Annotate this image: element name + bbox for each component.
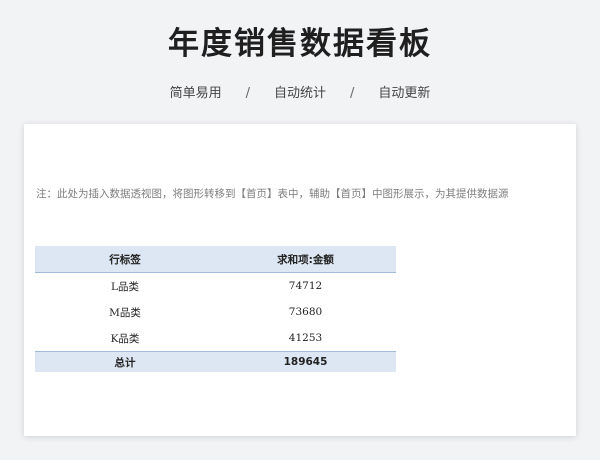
row-label-cell[interactable]: L品类 xyxy=(35,273,215,300)
table-row: L品类 74712 xyxy=(35,273,396,300)
pivot-table: 行标签 求和项:金额 L品类 74712 M品类 73680 K品类 41253… xyxy=(35,246,396,372)
tag-separator: / xyxy=(350,86,355,101)
row-label-header[interactable]: 行标签 xyxy=(35,246,215,273)
spreadsheet-panel: 注：此处为插入数据透视图，将图形转移到【首页】表中，辅助【首页】中图形展示，为其… xyxy=(24,124,576,436)
row-label-cell[interactable]: M品类 xyxy=(35,299,215,325)
total-label-cell[interactable]: 总计 xyxy=(35,352,215,373)
amount-cell[interactable]: 41253 xyxy=(215,325,396,352)
row-label-cell[interactable]: K品类 xyxy=(35,325,215,352)
pivot-header-row: 行标签 求和项:金额 xyxy=(35,246,396,273)
table-row: M品类 73680 xyxy=(35,299,396,325)
amount-cell[interactable]: 73680 xyxy=(215,299,396,325)
total-amount-cell[interactable]: 189645 xyxy=(215,352,396,373)
tag-auto-update: 自动更新 xyxy=(378,86,431,101)
tag-separator: / xyxy=(245,86,250,101)
tag-auto-statistics: 自动统计 xyxy=(273,86,326,101)
tag-easy-to-use: 简单易用 xyxy=(169,86,222,101)
page-title: 年度销售数据看板 xyxy=(168,26,432,62)
total-row: 总计 189645 xyxy=(35,351,396,373)
amount-cell[interactable]: 74712 xyxy=(215,273,396,300)
pivot-note: 注：此处为插入数据透视图，将图形转移到【首页】表中，辅助【首页】中图形展示，为其… xyxy=(36,188,509,200)
feature-tagline: 简单易用 / 自动统计 / 自动更新 xyxy=(0,84,600,104)
sum-amount-header[interactable]: 求和项:金额 xyxy=(215,246,396,273)
table-row: K品类 41253 xyxy=(35,325,396,352)
